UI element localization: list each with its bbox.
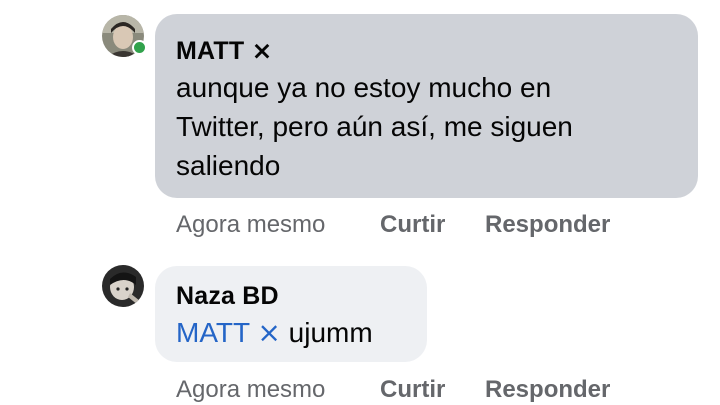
comment-bubble[interactable]: Naza BD MATT ⨯ ujumm [155, 266, 427, 362]
comment-author[interactable]: Naza BD [176, 279, 407, 313]
comment-text-content: ujumm [280, 317, 373, 348]
avatar-naza[interactable] [102, 265, 144, 307]
mention-link[interactable]: MATT ⨯ [176, 317, 281, 348]
comment-timestamp[interactable]: Agora mesmo [176, 211, 325, 239]
comment-text: aunque ya no estoy mucho en Twitter, pero… [176, 68, 678, 185]
avatar-naza-image [102, 265, 144, 307]
comment-bubble[interactable]: MATT ⨯ aunque ya no estoy mucho en Twitte… [155, 14, 698, 198]
comment-timestamp[interactable]: Agora mesmo [176, 376, 325, 404]
like-button[interactable]: Curtir [380, 376, 445, 404]
comment-text-content: aunque ya no estoy mucho en Twitter, pero… [176, 72, 573, 181]
reply-button[interactable]: Responder [485, 376, 610, 404]
comment-author[interactable]: MATT ⨯ [176, 34, 678, 68]
reply-button[interactable]: Responder [485, 211, 610, 239]
online-status-indicator [132, 40, 147, 55]
like-button[interactable]: Curtir [380, 211, 445, 239]
comment-text: MATT ⨯ ujumm [176, 313, 407, 352]
